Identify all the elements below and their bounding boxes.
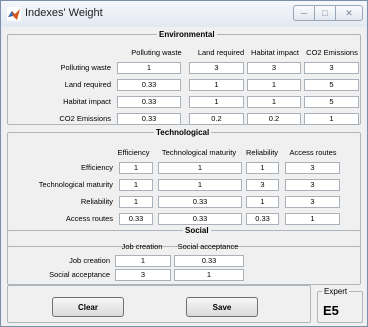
tech-cell[interactable]: 0.33 [119,213,153,225]
env-cell[interactable]: 1 [189,79,244,91]
env-cell[interactable]: 1 [247,79,301,91]
env-row-label-land-required: Land required [64,80,111,89]
tech-cell[interactable]: 0.33 [158,213,242,225]
window-title: Indexes' Weight [25,7,103,19]
social-col-header-social-acceptance: Social acceptance [177,242,239,251]
env-cell[interactable]: 3 [304,62,359,74]
env-col-header-land-required: Land required [197,48,245,57]
minimize-button[interactable]: ─ [293,5,315,21]
tech-row-label-reliability: Reliability [80,197,113,206]
expert-panel: Expert E5 [317,286,363,323]
env-cell[interactable]: 1 [304,113,359,125]
tech-col-header-efficiency: Efficiency [117,148,150,157]
tech-cell[interactable]: 3 [246,179,279,191]
tech-row-label-technological-maturity: Technological maturity [38,180,113,189]
save-button[interactable]: Save [186,297,258,317]
social-row-label-job-creation: Job creation [69,256,110,265]
env-cell[interactable]: 3 [189,62,244,74]
env-cell[interactable]: 1 [247,96,301,108]
env-col-header-co2-emissions: CO2 Emissions [306,48,358,57]
env-cell[interactable]: 5 [304,96,359,108]
indexes-weight-window: Indexes' Weight ─ □ ✕ Environmental Poll… [0,0,368,327]
env-cell[interactable]: 0.2 [247,113,301,125]
env-cell[interactable]: 5 [304,79,359,91]
social-col-header-job-creation: Job creation [121,242,163,251]
social-cell[interactable]: 3 [115,269,171,281]
tech-cell[interactable]: 1 [246,196,279,208]
tech-cell[interactable]: 1 [285,213,340,225]
tech-cell[interactable]: 3 [285,162,340,174]
env-cell[interactable]: 0.33 [117,113,181,125]
tech-col-header-technological-maturity: Technological maturity [161,148,237,157]
technological-title: Technological [154,127,212,138]
actions-panel: Clear Save [7,285,311,323]
maximize-button[interactable]: □ [314,5,336,21]
tech-col-header-access-routes: Access routes [289,148,337,157]
tech-cell[interactable]: 1 [158,179,242,191]
minimize-icon: ─ [300,8,308,18]
matlab-icon [7,7,21,21]
env-cell[interactable]: 0.33 [117,79,181,91]
env-row-label-co2-emissions: CO2 Emissions [59,114,111,123]
env-cell[interactable]: 1 [117,62,181,74]
social-cell[interactable]: 1 [115,255,171,267]
tech-cell[interactable]: 0.33 [158,196,242,208]
tech-col-header-reliability: Reliability [245,148,279,157]
tech-cell[interactable]: 1 [119,196,153,208]
env-row-label-polluting-waste: Polluting waste [60,63,111,72]
tech-cell[interactable]: 1 [119,179,153,191]
env-cell[interactable]: 0.33 [117,96,181,108]
expert-value: E5 [323,303,339,318]
title-bar: Indexes' Weight ─ □ ✕ [1,1,367,27]
tech-cell[interactable]: 1 [158,162,242,174]
social-title: Social [183,225,211,236]
env-cell[interactable]: 0.2 [189,113,244,125]
tech-cell[interactable]: 1 [246,162,279,174]
social-cell[interactable]: 0.33 [174,255,244,267]
close-icon: ✕ [345,7,353,18]
maximize-icon: □ [322,8,328,18]
tech-cell[interactable]: 3 [285,179,340,191]
env-row-label-habitat-impact: Habitat impact [63,97,111,106]
expert-title: Expert [322,286,350,297]
tech-cell[interactable]: 1 [119,162,153,174]
social-panel: Social Job creation Social acceptance Jo… [7,225,361,285]
environmental-panel: Environmental Polluting waste Land requi… [7,29,361,125]
env-col-header-habitat-impact: Habitat impact [251,48,299,57]
social-row-label-social-acceptance: Social acceptance [49,270,110,279]
tech-row-label-access-routes: Access routes [65,214,113,223]
window-controls: ─ □ ✕ [293,5,363,21]
tech-cell[interactable]: 3 [285,196,340,208]
tech-row-label-efficiency: Efficiency [81,163,113,172]
tech-cell[interactable]: 0.33 [246,213,279,225]
env-col-header-polluting-waste: Polluting waste [131,48,182,57]
environmental-title: Environmental [157,29,217,40]
social-cell[interactable]: 1 [174,269,244,281]
env-cell[interactable]: 3 [247,62,301,74]
clear-button[interactable]: Clear [52,297,124,317]
close-button[interactable]: ✕ [335,5,363,21]
env-cell[interactable]: 1 [189,96,244,108]
client-area: Environmental Polluting waste Land requi… [3,27,365,326]
